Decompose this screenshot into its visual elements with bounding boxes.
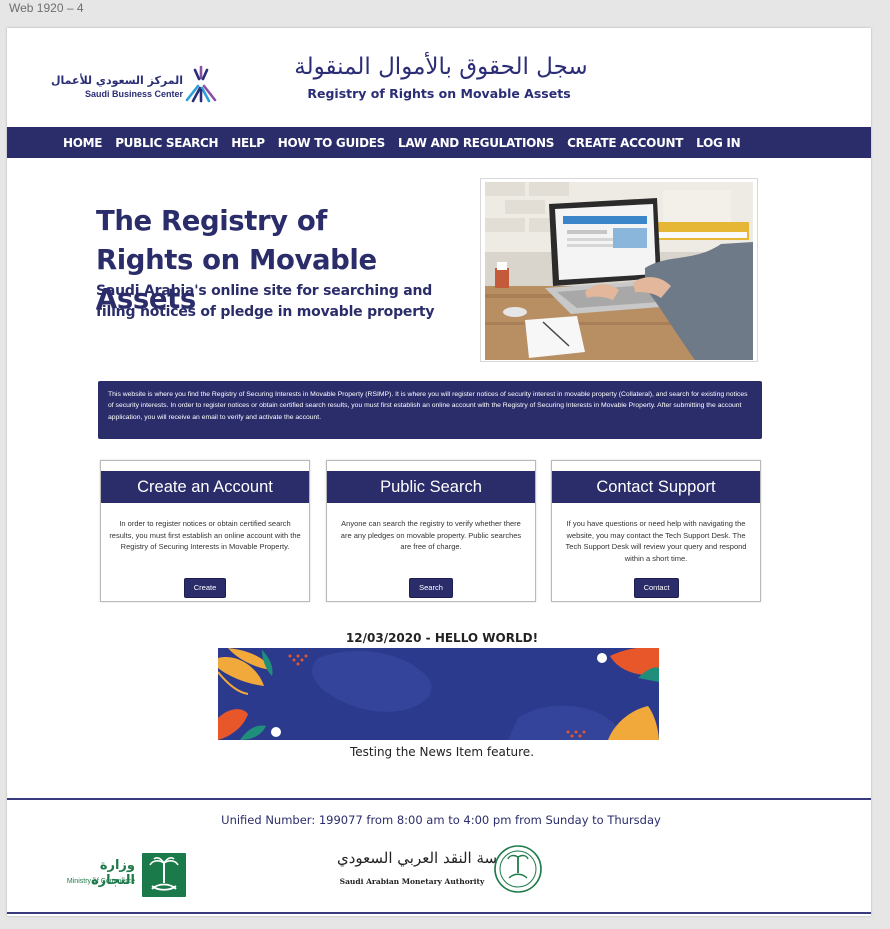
nav-item-log-in[interactable]: LOG IN — [696, 136, 740, 150]
search-button[interactable]: Search — [409, 578, 453, 598]
palm-swords-icon — [142, 853, 186, 897]
hero-title-line-1: The Registry of — [96, 205, 327, 237]
public-search-card: Public Search Anyone can search the regi… — [326, 460, 536, 602]
card-title: Public Search — [327, 471, 535, 503]
contact-support-card: Contact Support If you have questions or… — [551, 460, 761, 602]
hero-subtitle-line-1: Saudi Arabia's online site for searching… — [96, 283, 433, 299]
footer-divider-bottom — [7, 912, 871, 914]
sama-logo[interactable]: مؤسسة النقد العربي السعودي Saudi Arabian… — [337, 844, 547, 894]
sama-logo-arabic: مؤسسة النقد العربي السعودي — [337, 849, 527, 867]
nav-item-public-search[interactable]: PUBLIC SEARCH — [115, 136, 218, 150]
site-title-arabic: سجل الحقوق بالأموال المنقولة — [294, 54, 588, 80]
card-body: If you have questions or need help with … — [565, 519, 747, 563]
contact-button[interactable]: Contact — [634, 578, 679, 598]
web-page: المركز السعودي للأعمال Saudi Business Ce… — [7, 28, 871, 916]
hero-subtitle-line-2: filing notices of pledge in movable prop… — [96, 304, 435, 320]
sama-emblem-icon — [494, 845, 542, 893]
footer-divider-top — [7, 798, 871, 800]
news-banner-image[interactable] — [217, 647, 659, 741]
create-button[interactable]: Create — [184, 578, 226, 598]
card-title: Contact Support — [552, 471, 760, 503]
site-title-english: Registry of Rights on Movable Assets — [307, 86, 571, 101]
hero-subtitle: Saudi Arabia's online site for searching… — [96, 281, 456, 323]
nav-item-home[interactable]: HOME — [63, 136, 102, 150]
nav-item-how-to-guides[interactable]: HOW TO GUIDES — [278, 136, 385, 150]
news-title: 12/03/2020 - HELLO WORLD! — [345, 631, 539, 645]
main-nav: HOME PUBLIC SEARCH HELP HOW TO GUIDES LA… — [7, 127, 871, 158]
card-body: Anyone can search the registry to verify… — [340, 519, 522, 551]
hero-laptop-image — [480, 178, 758, 362]
card-body: In order to register notices or obtain c… — [109, 519, 301, 551]
card-title: Create an Account — [101, 471, 309, 503]
intro-panel: This website is where you find the Regis… — [98, 381, 762, 439]
frame-title: Web 1920 – 4 — [9, 1, 84, 15]
nav-item-help[interactable]: HELP — [231, 136, 265, 150]
nav-item-create-account[interactable]: CREATE ACCOUNT — [567, 136, 683, 150]
moc-logo-english: Ministry of Commerce — [66, 878, 135, 885]
nav-item-law-and-regulations[interactable]: LAW AND REGULATIONS — [398, 136, 554, 150]
unified-number-text: Unified Number: 199077 from 8:00 am to 4… — [221, 813, 661, 827]
sama-logo-english: Saudi Arabian Monetary Authority — [339, 877, 485, 886]
news-caption: Testing the News Item feature. — [349, 745, 535, 759]
create-account-card: Create an Account In order to register n… — [100, 460, 310, 602]
ministry-of-commerce-logo[interactable]: وزارة التجارة Ministry of Commerce — [59, 851, 189, 897]
